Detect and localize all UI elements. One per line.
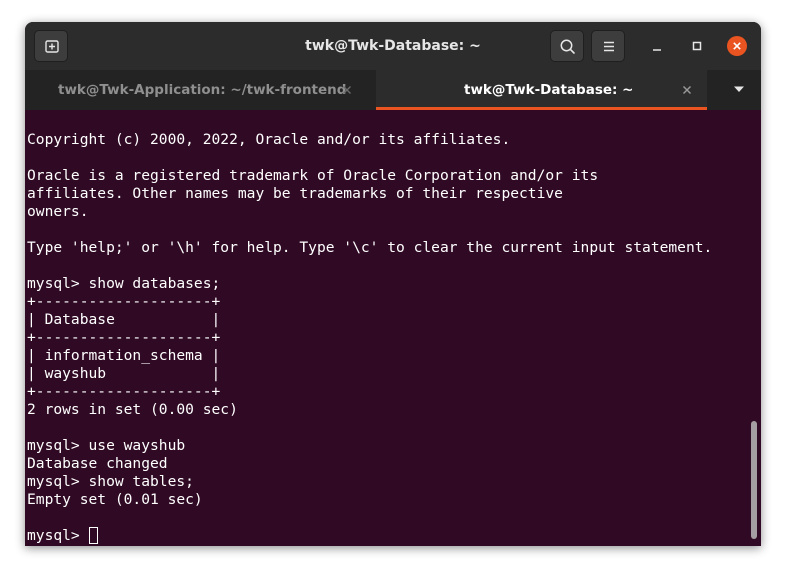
tab-application[interactable]: twk@Twk-Application: ~/twk-frontend [25, 70, 375, 110]
terminal-line: owners. [27, 203, 89, 220]
minimize-icon [653, 49, 661, 51]
terminal-line: affiliates. Other names may be trademark… [27, 185, 563, 202]
terminal-line: Empty set (0.01 sec) [27, 491, 203, 508]
tab-close-icon[interactable] [681, 84, 693, 96]
tab-label: twk@Twk-Application: ~/twk-frontend [58, 82, 347, 98]
close-icon [727, 36, 747, 56]
terminal-output[interactable]: Copyright (c) 2000, 2022, Oracle and/or … [25, 110, 761, 546]
tab-bar: twk@Twk-Application: ~/twk-frontend twk@… [25, 70, 761, 110]
terminal-line: | wayshub | [27, 365, 221, 382]
title-bar: twk@Twk-Database: ~ [25, 22, 761, 70]
terminal-line: | information_schema | [27, 347, 221, 364]
tab-label: twk@Twk-Database: ~ [464, 82, 634, 98]
terminal-line: +--------------------+ [27, 293, 221, 310]
minimize-button[interactable] [647, 36, 667, 56]
terminal-line: Database changed [27, 455, 168, 472]
terminal-line: 2 rows in set (0.00 sec) [27, 401, 238, 418]
terminal-line: mysql> show databases; [27, 275, 221, 292]
scrollbar[interactable] [751, 421, 757, 539]
terminal-lines: Copyright (c) 2000, 2022, Oracle and/or … [27, 131, 712, 545]
maximize-icon [692, 41, 702, 51]
terminal-line: +--------------------+ [27, 329, 221, 346]
chevron-down-icon [734, 86, 744, 92]
hamburger-menu-icon [604, 41, 614, 52]
prompt-line[interactable]: mysql> [27, 527, 712, 545]
tab-dropdown-button[interactable] [725, 70, 761, 110]
new-tab-icon [45, 40, 59, 53]
terminal-line: Type 'help;' or '\h' for help. Type '\c'… [27, 239, 713, 256]
prompt-text: mysql> [27, 527, 89, 544]
tab-database[interactable]: twk@Twk-Database: ~ [376, 70, 707, 110]
terminal-line: mysql> use wayshub [27, 437, 186, 454]
terminal-line: Copyright (c) 2000, 2022, Oracle and/or … [27, 131, 511, 148]
new-tab-button[interactable] [34, 30, 68, 62]
maximize-button[interactable] [687, 36, 707, 56]
terminal-line: +--------------------+ [27, 383, 221, 400]
terminal-window: twk@Twk-Database: ~ twk@Twk-Application:… [25, 22, 761, 546]
menu-button[interactable] [591, 30, 625, 62]
tab-close-icon[interactable] [341, 84, 353, 96]
terminal-line: mysql> show tables; [27, 473, 194, 490]
close-button[interactable] [727, 36, 747, 56]
search-button[interactable] [550, 30, 584, 62]
text-cursor [88, 527, 98, 544]
terminal-line: Oracle is a registered trademark of Orac… [27, 167, 599, 184]
terminal-line: | Database | [27, 311, 221, 328]
search-icon [560, 39, 575, 54]
